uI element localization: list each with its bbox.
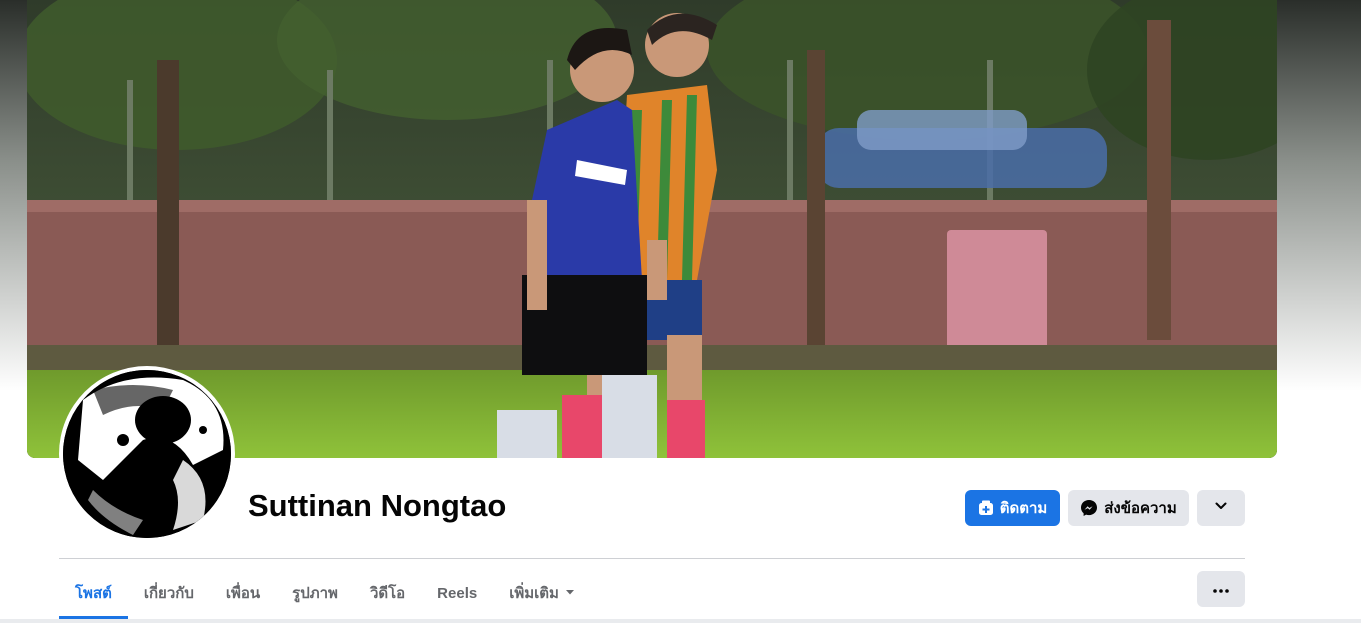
add-friend-icon xyxy=(978,500,994,516)
avatar-image xyxy=(63,370,231,538)
profile-options-button[interactable] xyxy=(1197,490,1245,526)
profile-tabs: โพสต์ เกี่ยวกับ เพื่อน รูปภาพ วิดีโอ Ree… xyxy=(59,570,591,620)
cover-photo-image xyxy=(27,0,1277,458)
tab-videos[interactable]: วิดีโอ xyxy=(354,570,421,616)
tab-posts[interactable]: โพสต์ xyxy=(59,570,128,619)
profile-name: Suttinan Nongtao xyxy=(248,488,507,523)
tab-about[interactable]: เกี่ยวกับ xyxy=(128,570,210,616)
cover-photo[interactable] xyxy=(27,0,1277,458)
tab-videos-label: วิดีโอ xyxy=(369,585,406,602)
message-button-label: ส่งข้อความ xyxy=(1104,500,1177,517)
caret-down-icon xyxy=(565,587,575,600)
tab-friends[interactable]: เพื่อน xyxy=(210,570,276,616)
messenger-icon xyxy=(1080,499,1098,517)
tab-more-label: เพิ่มเติม xyxy=(509,585,559,602)
tab-photos-label: รูปภาพ xyxy=(292,585,338,602)
header-divider xyxy=(59,558,1245,559)
tab-more[interactable]: เพิ่มเติม xyxy=(493,570,591,616)
content-area-edge xyxy=(0,619,1361,623)
tabs-more-options-button[interactable] xyxy=(1197,571,1245,607)
follow-button[interactable]: ติดตาม xyxy=(965,490,1060,526)
tab-posts-label: โพสต์ xyxy=(75,585,112,602)
tab-reels-label: Reels xyxy=(437,584,478,602)
tab-about-label: เกี่ยวกับ xyxy=(143,585,194,602)
follow-button-label: ติดตาม xyxy=(999,500,1048,517)
tab-reels[interactable]: Reels xyxy=(421,570,493,616)
message-button[interactable]: ส่งข้อความ xyxy=(1068,490,1189,526)
tab-friends-label: เพื่อน xyxy=(225,585,261,602)
chevron-down-icon xyxy=(1214,499,1228,517)
more-dots-icon xyxy=(1213,580,1229,598)
tab-photos[interactable]: รูปภาพ xyxy=(276,570,354,616)
profile-avatar[interactable] xyxy=(59,366,235,542)
